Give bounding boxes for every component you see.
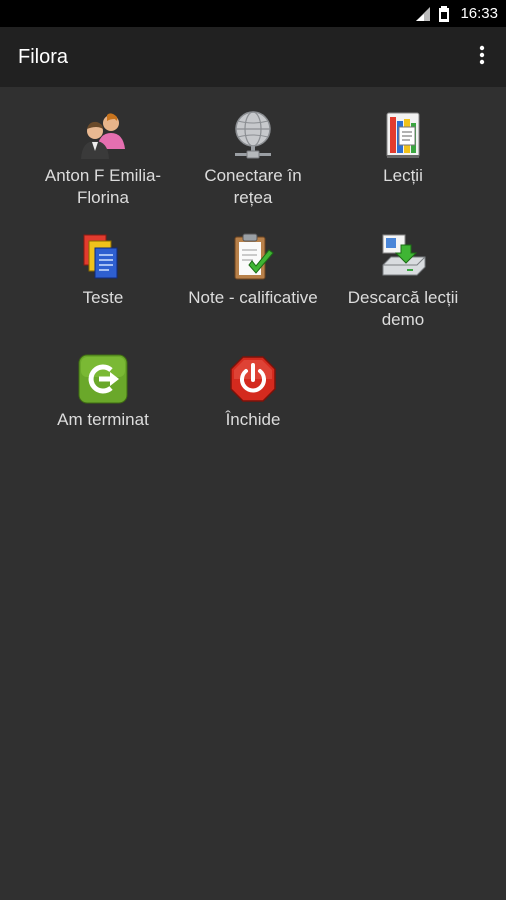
tile-lessons[interactable]: Lecții — [328, 109, 478, 187]
tile-grades[interactable]: Note - calificative — [178, 231, 328, 309]
app-title: Filora — [18, 45, 69, 68]
tile-close[interactable]: Închide — [178, 353, 328, 431]
tile-label: Am terminat — [57, 410, 149, 429]
overflow-menu-button[interactable] — [472, 42, 492, 72]
tile-label: Anton F Emilia- Florina — [44, 166, 162, 207]
network-globe-icon — [227, 109, 279, 161]
action-bar: Filora — [0, 27, 506, 87]
download-drive-icon — [377, 231, 429, 283]
tile-label: Lecții — [383, 166, 423, 185]
exit-arrow-icon — [77, 353, 129, 405]
tile-network[interactable]: Conectare în rețea — [178, 109, 328, 209]
tile-download-demo[interactable]: Descarcă lecții demo — [328, 231, 478, 331]
power-icon — [227, 353, 279, 405]
tile-tests[interactable]: Teste — [28, 231, 178, 309]
documents-icon — [77, 231, 129, 283]
more-vert-icon — [479, 45, 485, 70]
tile-label: Note - calificative — [188, 288, 318, 307]
tile-label: Închide — [225, 410, 281, 429]
clipboard-check-icon — [227, 231, 279, 283]
books-icon — [377, 109, 429, 161]
tile-label: Descarcă lecții demo — [347, 288, 459, 329]
tile-user[interactable]: Anton F Emilia- Florina — [28, 109, 178, 209]
status-time: 16:33 — [460, 5, 498, 22]
tile-label: Teste — [82, 288, 124, 307]
tile-finished[interactable]: Am terminat — [28, 353, 178, 431]
battery-icon — [438, 5, 450, 22]
users-icon — [77, 109, 129, 161]
tile-label: Conectare în rețea — [204, 166, 302, 207]
status-bar: 16:33 — [0, 0, 506, 27]
signal-icon — [414, 6, 432, 22]
